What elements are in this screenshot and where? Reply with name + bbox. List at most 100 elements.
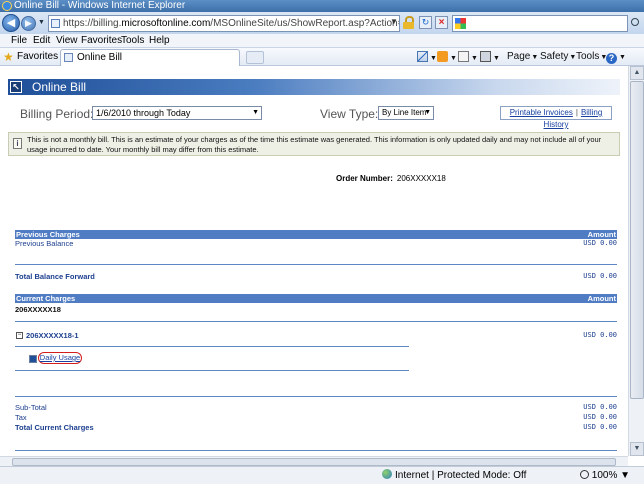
zoom-level: 100%	[591, 470, 618, 481]
current-charges-header: Current Charges Amount	[15, 294, 617, 303]
total-balance-forward-label: Total Balance Forward	[15, 272, 95, 281]
daily-usage-link[interactable]: Daily Usage	[40, 353, 80, 362]
favorites-bar: ★ Favorites Online Bill ▼ ▼ ▼ ▼ Page▼ Saf…	[0, 48, 644, 66]
page-menu-button[interactable]: Page▼	[507, 51, 538, 64]
favorites-star-icon: ★	[3, 50, 14, 64]
tab-online-bill[interactable]: Online Bill	[60, 49, 240, 66]
order-number: Order Number: 206XXXXX18	[336, 174, 446, 183]
menu-edit[interactable]: Edit	[33, 35, 50, 47]
address-dropdown-icon[interactable]: ▼	[390, 17, 398, 26]
view-type-select[interactable]: By Line Item ▼	[378, 106, 434, 120]
mail-button[interactable]: ▼	[458, 51, 478, 65]
home-button[interactable]: ▼	[417, 51, 437, 65]
google-icon	[455, 18, 466, 29]
zone-text: Internet | Protected Mode: Off	[395, 470, 527, 481]
zoom-control[interactable]: 100% ▼	[580, 468, 630, 484]
order-number-label: Order Number:	[336, 174, 393, 183]
chevron-down-icon: ▼	[252, 109, 259, 116]
search-icon[interactable]	[631, 18, 639, 26]
feeds-button[interactable]: ▼	[437, 51, 457, 65]
address-prefix: https://billing.	[63, 18, 122, 29]
print-button[interactable]: ▼	[480, 51, 500, 65]
view-type-value: By Line Item	[382, 108, 427, 117]
billing-period-value: 1/6/2010 through Today	[96, 108, 191, 118]
notice-text: This is not a monthly bill. This is an e…	[27, 135, 602, 154]
current-charges-title: Current Charges	[16, 294, 76, 303]
window-title: Online Bill - Windows Internet Explorer	[14, 0, 186, 11]
collapse-toggle[interactable]: −	[16, 332, 23, 339]
daily-usage-highlight: Daily Usage	[38, 352, 82, 364]
subtotal-label: Sub-Total	[15, 403, 47, 412]
scroll-up-icon[interactable]: ▲	[630, 66, 644, 80]
chevron-down-icon: ▼	[424, 109, 431, 116]
zoom-icon	[580, 470, 589, 479]
horizontal-scroll-thumb[interactable]	[12, 458, 616, 466]
total-current-charges-label: Total Current Charges	[15, 423, 94, 432]
tax-amount: USD 0.00	[583, 413, 617, 421]
horizontal-scrollbar[interactable]	[0, 456, 628, 466]
tools-menu-label: Tools	[576, 51, 600, 62]
previous-charges-header: Previous Charges Amount	[15, 230, 617, 239]
tab-page-icon	[64, 53, 73, 62]
subscription-amount: USD 0.00	[583, 331, 617, 339]
help-icon: ?	[606, 53, 617, 64]
printable-invoices-link[interactable]: Printable Invoices	[510, 108, 573, 117]
divider	[15, 264, 617, 265]
page-icon	[51, 19, 60, 28]
safety-menu-button[interactable]: Safety▼	[540, 51, 576, 64]
menu-tools[interactable]: Tools	[121, 35, 144, 47]
divider	[15, 370, 409, 371]
divider	[15, 450, 617, 451]
back-button[interactable]: ◀	[2, 14, 20, 32]
previous-balance-label: Previous Balance	[15, 239, 74, 248]
menu-view[interactable]: View	[56, 35, 78, 47]
help-button[interactable]: ? ▼	[606, 51, 626, 64]
subtotal-amount: USD 0.00	[583, 403, 617, 411]
previous-charges-title: Previous Charges	[16, 230, 80, 239]
window-title-bar: Online Bill - Windows Internet Explorer	[0, 0, 644, 12]
scroll-thumb[interactable]	[630, 81, 644, 399]
menu-help[interactable]: Help	[149, 35, 170, 47]
address-toolbar: ◀ ▶ ▼ https://billing.microsoftonline.co…	[0, 12, 644, 34]
menu-favorites[interactable]: Favorites	[81, 35, 122, 47]
billing-period-label: Billing Period:	[20, 107, 94, 121]
forward-button[interactable]: ▶	[21, 16, 36, 31]
internet-zone-icon	[382, 469, 392, 479]
current-order-id: 206XXXXX18	[15, 305, 61, 314]
info-icon: i	[13, 138, 22, 149]
tab-label: Online Bill	[77, 52, 123, 63]
total-current-charges-amount: USD 0.00	[583, 423, 617, 431]
usage-report-icon	[29, 355, 37, 363]
stop-icon[interactable]: ×	[435, 16, 448, 29]
address-path: /MSOnlineSite/us/ShowReport.asp?Action=S…	[210, 18, 400, 29]
new-tab-button[interactable]	[246, 51, 264, 64]
divider	[15, 396, 617, 397]
menu-bar: File Edit View Favorites Tools Help	[0, 34, 644, 48]
vertical-scrollbar[interactable]: ▲ ▼	[628, 66, 644, 456]
page-menu-label: Page	[507, 51, 531, 62]
billing-period-select[interactable]: 1/6/2010 through Today ▼	[92, 106, 262, 120]
security-zone[interactable]: Internet | Protected Mode: Off	[382, 468, 526, 484]
rss-feed-icon	[437, 51, 448, 62]
status-bar: Internet | Protected Mode: Off 100% ▼	[0, 466, 644, 484]
scroll-down-icon[interactable]: ▼	[630, 442, 644, 456]
divider	[15, 346, 409, 347]
view-type-label: View Type:	[320, 107, 379, 121]
refresh-icon[interactable]: ↻	[419, 16, 432, 29]
favorites-label: Favorites	[17, 51, 59, 62]
back-arrow-icon[interactable]: ↖	[10, 81, 22, 93]
menu-file[interactable]: File	[11, 35, 27, 47]
page-title: Online Bill	[32, 80, 87, 94]
address-input[interactable]: https://billing.microsoftonline.com/MSOn…	[48, 15, 400, 32]
recent-pages-dropdown-icon[interactable]: ▼	[38, 19, 45, 26]
divider	[15, 321, 617, 322]
search-input[interactable]	[452, 15, 628, 32]
favorites-button[interactable]: ★ Favorites	[3, 50, 58, 64]
home-icon	[417, 51, 428, 62]
mail-icon	[458, 51, 469, 62]
tools-menu-button[interactable]: Tools▼	[576, 51, 607, 64]
report-links: Printable Invoices | Billing History	[500, 106, 612, 129]
link-separator: |	[575, 108, 578, 117]
estimate-notice: i This is not a monthly bill. This is an…	[8, 132, 620, 156]
lock-icon[interactable]	[403, 16, 414, 29]
